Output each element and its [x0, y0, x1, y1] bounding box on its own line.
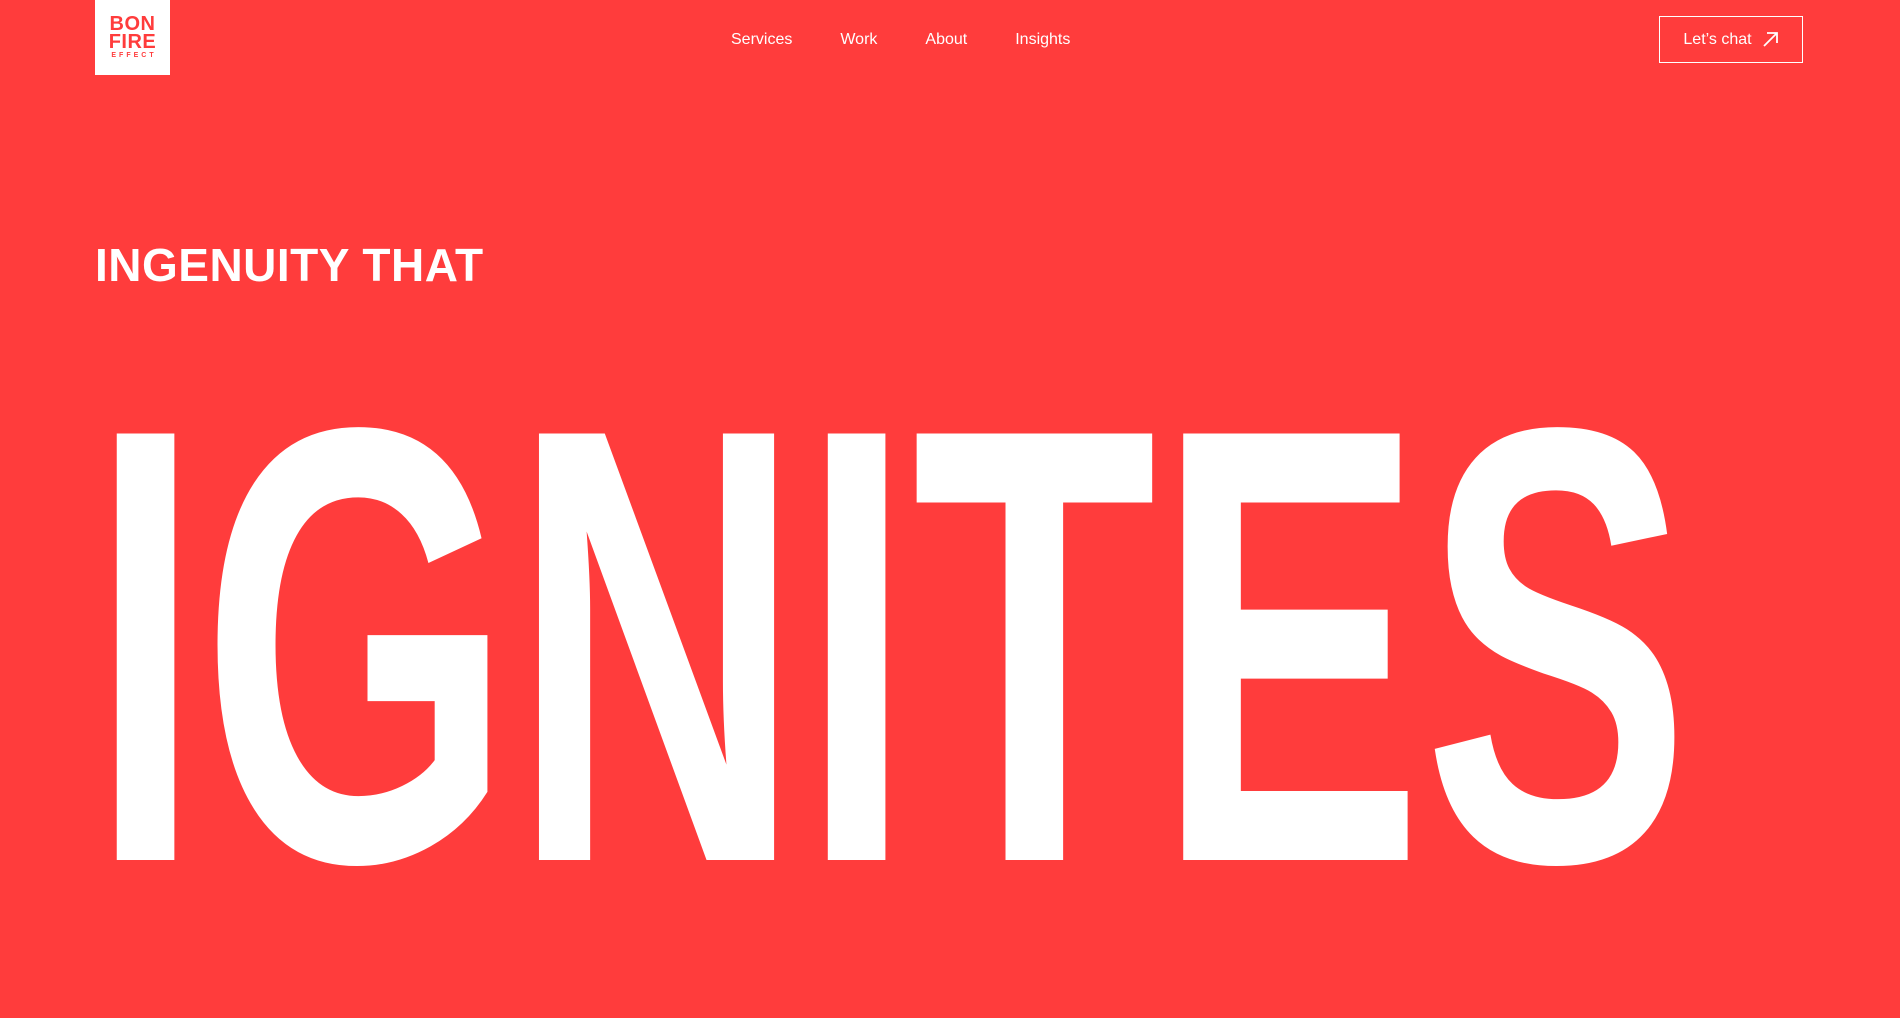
arrow-up-right-icon: [1762, 32, 1778, 47]
main-nav: Services Work About Insights: [731, 30, 1118, 50]
nav-item-about[interactable]: About: [925, 30, 967, 50]
lets-chat-label: Let’s chat: [1683, 30, 1752, 48]
lets-chat-button[interactable]: Let’s chat: [1659, 16, 1803, 63]
nav-item-services[interactable]: Services: [731, 30, 792, 50]
nav-item-insights[interactable]: Insights: [1015, 30, 1070, 50]
logo[interactable]: BON FIRE EFFECT: [95, 0, 170, 75]
hero-headline-wrapper: IGNITES: [90, 300, 1710, 992]
page: BON FIRE EFFECT Services Work About Insi…: [0, 0, 1900, 1018]
hero-eyebrow: INGENUITY THAT: [95, 239, 484, 291]
logo-line-2: FIRE: [108, 31, 157, 53]
hero-headline: IGNITES: [90, 300, 1690, 992]
logo-line-3: EFFECT: [111, 52, 157, 59]
nav-item-work[interactable]: Work: [840, 30, 877, 50]
